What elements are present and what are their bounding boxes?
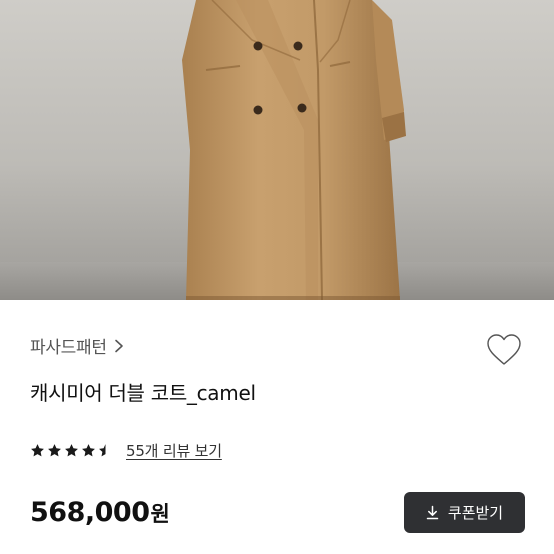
- star-icon: [31, 444, 44, 457]
- chevron-right-icon: [114, 339, 123, 352]
- coat-illustration: [0, 0, 554, 300]
- brand-name: 파사드패턴: [30, 338, 107, 358]
- coupon-button-label: 쿠폰받기: [447, 504, 504, 522]
- star-icon: [65, 444, 78, 457]
- rating-stars: [30, 443, 113, 458]
- brand-link[interactable]: 파사드패턴: [30, 333, 125, 358]
- price-unit: 원: [150, 502, 170, 526]
- download-icon: [426, 505, 439, 520]
- star-icon: [82, 444, 95, 457]
- heart-outline-icon[interactable]: [484, 330, 524, 370]
- price-value: 568,000: [30, 497, 150, 528]
- star-icon: [48, 444, 61, 457]
- star-half-icon: [99, 444, 106, 457]
- review-link[interactable]: 55개 리뷰 보기: [126, 440, 222, 461]
- product-price: 568,000원: [30, 497, 170, 528]
- product-info-panel: 파사드패턴 캐시미어 더블 코트_camel 55개 리뷰 보기 568,000…: [0, 300, 554, 554]
- rating-row: 55개 리뷰 보기: [30, 440, 222, 461]
- coupon-button[interactable]: 쿠폰받기: [404, 492, 525, 533]
- product-title: 캐시미어 더블 코트_camel: [30, 381, 256, 405]
- product-image: [0, 0, 554, 300]
